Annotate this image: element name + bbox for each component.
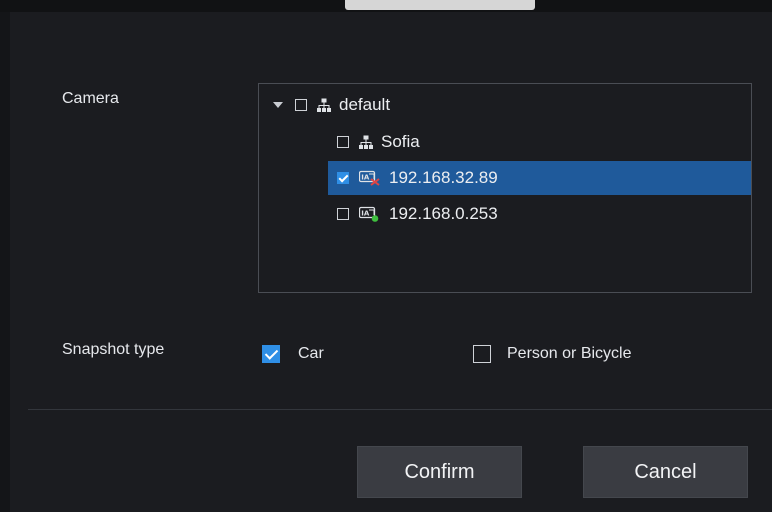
- confirm-button[interactable]: Confirm: [357, 446, 522, 498]
- tree-node-default[interactable]: default: [259, 88, 751, 122]
- left-edge: [0, 12, 10, 512]
- tree-checkbox-camera-192-168-0-253[interactable]: [337, 208, 349, 220]
- footer-divider: [28, 409, 772, 410]
- top-strip: [0, 0, 772, 12]
- snapshot-type-label: Snapshot type: [62, 341, 165, 358]
- window-handle: [345, 0, 535, 10]
- tree-node-sofia[interactable]: Sofia: [259, 125, 751, 159]
- svg-text:IA: IA: [361, 210, 370, 218]
- camera-online-icon: IA: [359, 206, 381, 222]
- svg-text:IA: IA: [361, 174, 370, 182]
- tree-label-default: default: [339, 95, 391, 114]
- tree-node-camera-192-168-0-253[interactable]: IA 192.168.0.253: [259, 197, 751, 231]
- network-group-icon: [317, 98, 331, 112]
- camera-offline-icon: IA: [359, 170, 381, 186]
- tree-node-camera-192-168-32-89[interactable]: IA 192.168.32.89: [328, 161, 751, 195]
- camera-label: Camera: [62, 90, 119, 107]
- network-group-icon: [359, 135, 373, 149]
- tree-label-camera-192-168-32-89: 192.168.32.89: [389, 168, 498, 187]
- snapshot-person-bicycle-label: Person or Bicycle: [507, 345, 632, 362]
- expand-caret-icon[interactable]: [273, 102, 283, 108]
- tree-checkbox-sofia[interactable]: [337, 136, 349, 148]
- snapshot-car-checkbox[interactable]: [262, 345, 280, 363]
- snapshot-person-bicycle-checkbox[interactable]: [473, 345, 491, 363]
- snapshot-car-label: Car: [298, 345, 324, 362]
- cancel-button[interactable]: Cancel: [583, 446, 748, 498]
- camera-tree[interactable]: default Sofia IA 192.168.32.89 IA 192.16…: [258, 83, 752, 293]
- tree-checkbox-default[interactable]: [295, 99, 307, 111]
- tree-label-camera-192-168-0-253: 192.168.0.253: [389, 204, 498, 223]
- tree-checkbox-camera-192-168-32-89[interactable]: [337, 172, 349, 184]
- tree-label-sofia: Sofia: [381, 132, 420, 151]
